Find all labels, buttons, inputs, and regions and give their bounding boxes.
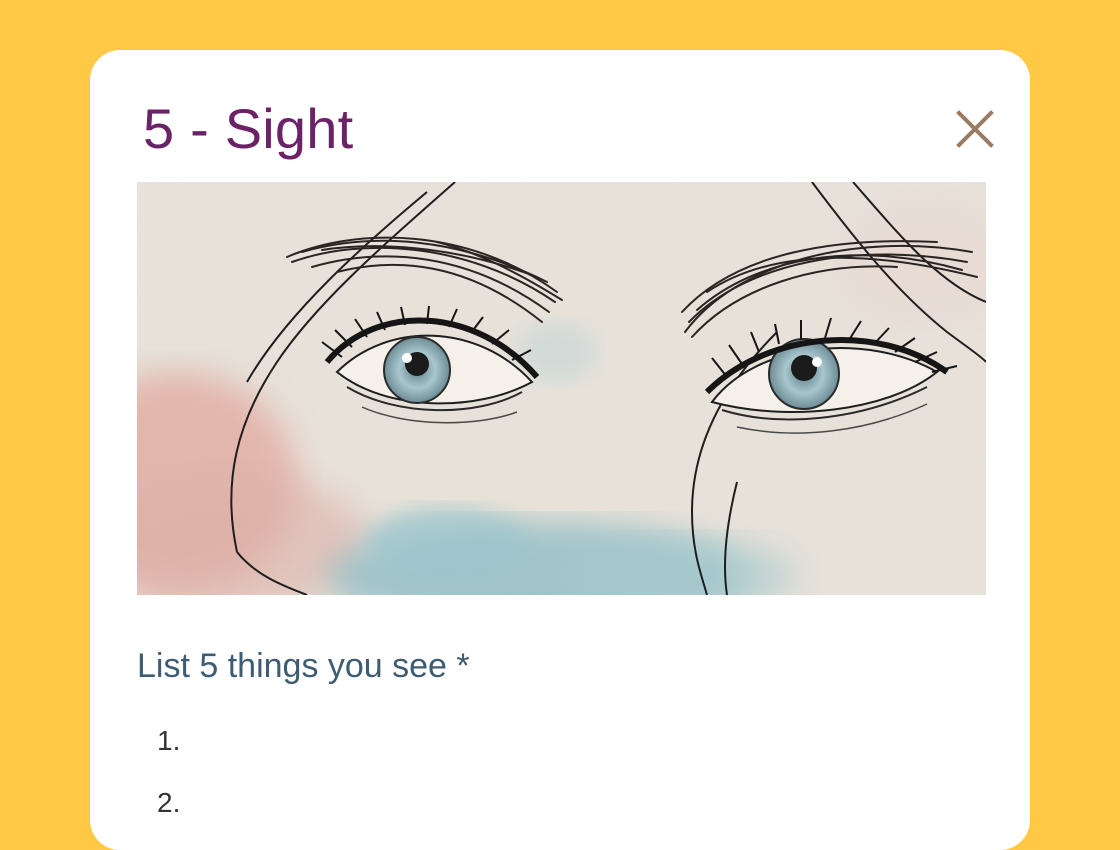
list-item-number: 2. (157, 787, 181, 818)
eyes-illustration (137, 182, 986, 595)
list-item: 2. (137, 772, 961, 834)
list-item-number: 1. (157, 725, 181, 756)
close-button[interactable] (950, 104, 1000, 154)
dialog-title: 5 - Sight (143, 97, 354, 160)
dialog-card: 5 - Sight List 5 things you see * 1. 2. (90, 50, 1030, 850)
list-item: 1. (137, 710, 961, 772)
answer-list: 1. 2. (137, 710, 961, 834)
answer-input-2[interactable] (197, 782, 961, 824)
prompt-label: List 5 things you see * (137, 647, 470, 685)
close-icon (956, 110, 994, 148)
hero-image (137, 182, 986, 595)
answer-input-1[interactable] (197, 720, 961, 762)
